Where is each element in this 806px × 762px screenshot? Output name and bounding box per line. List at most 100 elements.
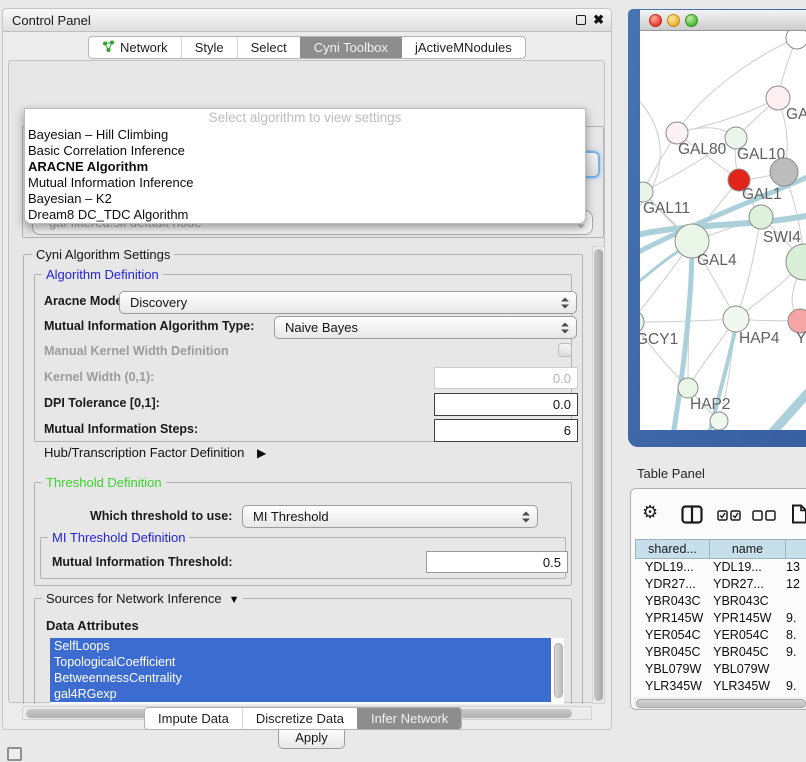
algorithm-option-bayesian-k2[interactable]: Bayesian – K2 (25, 191, 585, 207)
dpi-tolerance-field[interactable] (434, 393, 578, 416)
control-panel-tabs: NetworkStyleSelect Cyni Toolbox jActiveMNo… (88, 36, 526, 59)
data-attribute-betweennesscentrality[interactable]: BetweennessCentrality (50, 670, 551, 686)
data-attribute-topologicalcoefficient[interactable]: TopologicalCoefficient (50, 654, 551, 670)
table-cell: 9. (780, 678, 806, 695)
algorithm-option-basic-correlation-inference[interactable]: Basic Correlation Inference (25, 143, 585, 159)
select-all-checked-icon[interactable] (717, 510, 741, 521)
network-node-hap4[interactable] (723, 306, 749, 332)
list-scrollbar-thumb[interactable] (554, 643, 563, 698)
split-view-icon[interactable] (681, 505, 703, 524)
tab-cyni-toolbox[interactable]: Cyni Toolbox (300, 37, 401, 58)
network-icon (102, 40, 115, 56)
minimized-panel-icon[interactable] (7, 747, 22, 761)
which-threshold-select[interactable]: MI Threshold (242, 505, 538, 528)
settings-scrollview: Cyni Algorithm Settings Algorithm Defini… (22, 246, 592, 704)
column-header-shared-name[interactable]: shared... (635, 539, 710, 559)
network-node-label: GAL1 (742, 186, 782, 203)
table-scrollbar-thumb[interactable] (636, 699, 806, 708)
tab-label: Cyni Toolbox (314, 40, 388, 55)
mi-steps-label: Mutual Information Steps: (44, 422, 198, 436)
zoom-window-icon[interactable] (685, 14, 698, 27)
table-cell: YBR043C (707, 593, 780, 610)
table-cell: YLR345W (707, 678, 780, 695)
data-attribute-selfloops[interactable]: SelfLoops (50, 638, 551, 654)
table-row[interactable]: YDL19...YDL19...13 (635, 559, 806, 576)
mi-threshold-label: Mutual Information Threshold: (52, 555, 233, 569)
tab-impute-data[interactable]: Impute Data (145, 708, 242, 729)
mi-threshold-group-title: MI Threshold Definition (48, 530, 189, 545)
kernel-width-field[interactable] (434, 367, 578, 389)
table-horizontal-scrollbar[interactable] (633, 697, 806, 710)
vertical-scrollbar-thumb[interactable] (594, 249, 603, 701)
algorithm-options: Bayesian – Hill ClimbingBasic Correlatio… (25, 127, 585, 223)
mi-threshold-field[interactable] (426, 551, 568, 573)
aracne-mode-select[interactable]: Discovery (119, 291, 577, 314)
algorithm-option-dream8-dc-tdc-algorithm[interactable]: Dream8 DC_TDC Algorithm (25, 207, 585, 223)
bottom-tabs: Impute Data Discretize Data Infer Network (144, 707, 462, 730)
network-node-hap2[interactable] (678, 378, 698, 398)
tab-infer-network[interactable]: Infer Network (357, 708, 461, 729)
algorithm-option-bayesian-hill-climbing[interactable]: Bayesian – Hill Climbing (25, 127, 585, 143)
table-row[interactable]: YPR145WYPR145W9. (635, 610, 806, 627)
table-cell: YBL079W (635, 661, 707, 678)
tab-jactivemnodules[interactable]: jActiveMNodules (401, 37, 525, 58)
table-row[interactable]: YBR043CYBR043C (635, 593, 806, 610)
cyni-toolbox-content: gal-filtered.sif default node Select alg… (8, 60, 605, 703)
column-header-next[interactable] (786, 539, 806, 559)
table-cell: YLR345W (635, 678, 707, 695)
table-cell: YPR145W (707, 610, 780, 627)
table-row[interactable]: YER054CYER054C8. (635, 627, 806, 644)
table-row[interactable]: YBL079WYBL079W (635, 661, 806, 678)
tab-label: Infer Network (371, 711, 448, 726)
network-node-label: GCY1 (640, 331, 678, 348)
hub-definition-label: Hub/Transcription Factor Definition (44, 445, 244, 460)
network-node-label: GAL (786, 106, 806, 123)
table-cell: YDL19... (635, 559, 707, 576)
hub-definition-expander[interactable]: Hub/Transcription Factor Definition ▶ (44, 445, 266, 460)
collapse-down-icon: ▼ (229, 594, 240, 606)
network-window-titlebar (640, 10, 806, 31)
aracne-mode-label: Aracne Mode: (44, 294, 127, 308)
table-cell: YER054C (707, 627, 780, 644)
mi-steps-field[interactable] (434, 419, 578, 442)
table-cell: 13 (780, 559, 806, 576)
close-panel-button[interactable]: ✖ (593, 12, 604, 28)
tab-select[interactable]: Select (237, 37, 300, 58)
desktop: { "colors": { "selection_blue": "#3d6cd1… (0, 0, 806, 762)
table-row[interactable]: YLR345WYLR345W9. (635, 678, 806, 695)
table-row[interactable]: YDR27...YDR27...12 (635, 576, 806, 593)
table-cell: 9. (780, 644, 806, 661)
table-cell: YDR27... (707, 576, 780, 593)
mi-type-select[interactable]: Naive Bayes (274, 316, 577, 339)
tab-style[interactable]: Style (181, 37, 237, 58)
tab-label: Discretize Data (256, 711, 344, 726)
manual-kernel-checkbox[interactable] (558, 343, 572, 357)
network-node[interactable] (786, 31, 806, 49)
network-node-gal11[interactable] (640, 182, 653, 202)
list-scrollbar[interactable] (553, 642, 563, 700)
network-node-swi4[interactable] (749, 205, 773, 229)
sources-group-title[interactable]: Sources for Network Inference▼ (42, 591, 243, 606)
algorithm-option-mutual-information-inference[interactable]: Mutual Information Inference (25, 175, 585, 191)
settings-vertical-scrollbar[interactable] (592, 246, 605, 704)
data-attribute-gal4rgexp[interactable]: gal4RGexp (50, 686, 551, 702)
column-header-name[interactable]: name (710, 539, 786, 559)
tab-discretize-data[interactable]: Discretize Data (242, 708, 357, 729)
algorithm-option-aracne-algorithm[interactable]: ARACNE Algorithm (25, 159, 585, 175)
gear-icon[interactable]: ⚙ (642, 503, 658, 521)
minimize-window-icon[interactable] (667, 14, 680, 27)
network-node-label: GAL4 (697, 252, 737, 269)
close-window-icon[interactable] (649, 14, 662, 27)
table-cell (780, 593, 806, 610)
network-node[interactable] (770, 158, 798, 186)
network-canvas[interactable]: GALGAL80GAL10GAL1GAL11SWI4GAL4GCY1HAP4YH… (640, 31, 806, 430)
float-window-button[interactable] (576, 15, 586, 25)
network-node[interactable] (786, 244, 806, 280)
export-file-icon[interactable] (791, 504, 806, 524)
table-row[interactable]: YBR045CYBR045C9. (635, 644, 806, 661)
tab-network[interactable]: Network (89, 37, 181, 58)
network-node[interactable] (710, 412, 728, 430)
table-cell: YDR27... (635, 576, 707, 593)
tab-label: jActiveMNodules (415, 40, 512, 55)
select-none-icon[interactable] (752, 510, 776, 521)
